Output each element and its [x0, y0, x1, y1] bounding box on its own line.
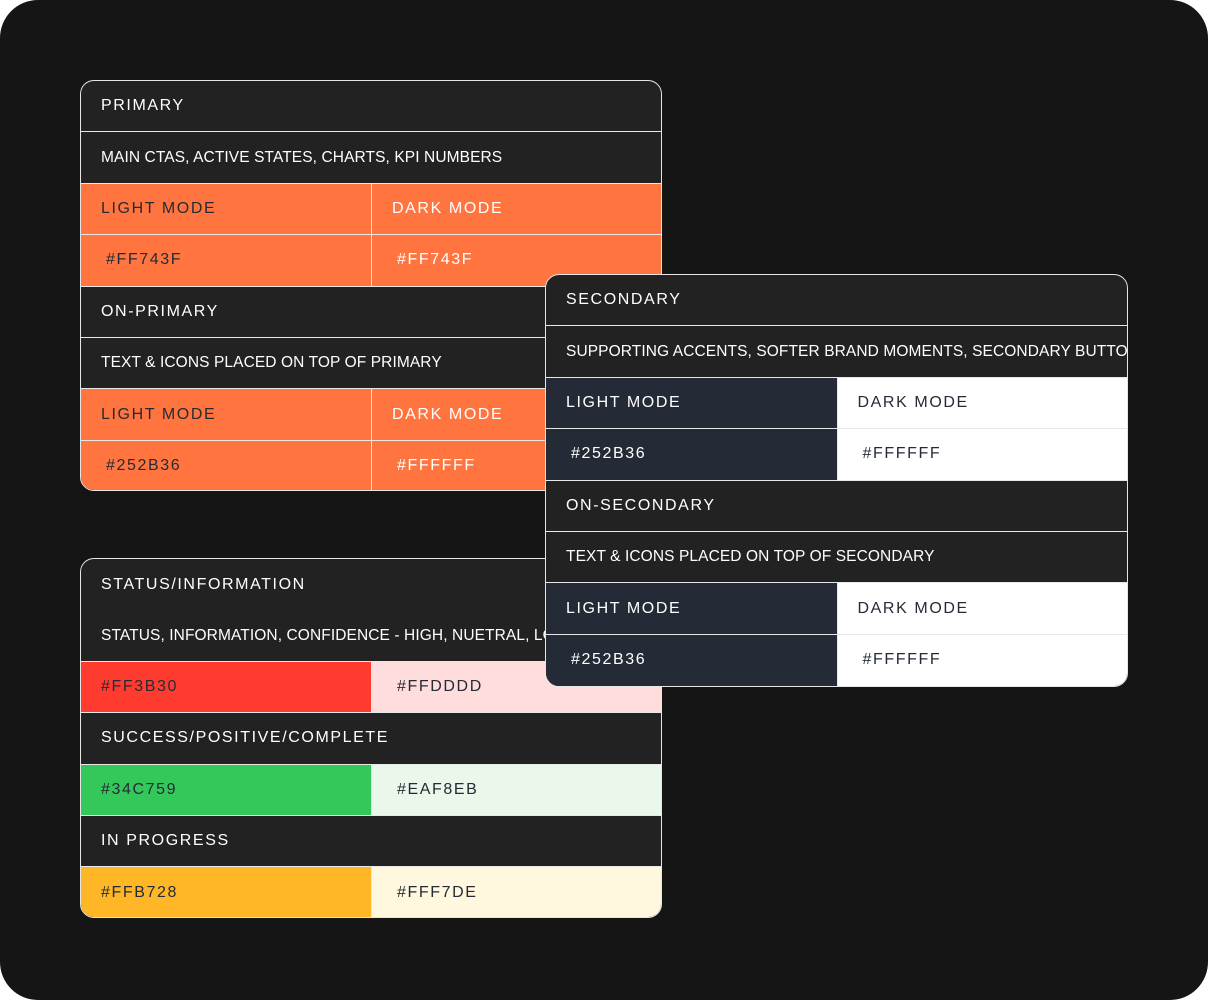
on-secondary-hex-values: #252B36 #FFFFFF	[546, 634, 1127, 686]
success-hex: #34C759	[81, 764, 371, 815]
progress-light-hex: #FFF7DE	[371, 867, 661, 917]
on-primary-light-mode-label: LIGHT MODE	[81, 389, 371, 440]
secondary-title: SECONDARY	[566, 291, 682, 309]
on-secondary-title-row: ON-SECONDARY	[546, 481, 1127, 532]
on-secondary-light-hex: #252B36	[546, 634, 837, 686]
secondary-dark-hex: #FFFFFF	[836, 429, 1127, 480]
primary-title: PRIMARY	[101, 97, 185, 115]
on-primary-light-hex: #252B36	[81, 440, 371, 490]
primary-dark-mode-label: DARK MODE	[371, 183, 661, 235]
secondary-title-row: SECONDARY	[546, 275, 1127, 327]
on-secondary-dark-hex: #FFFFFF	[836, 634, 1127, 686]
secondary-dark-mode-label: DARK MODE	[836, 377, 1127, 429]
on-secondary-description-row: TEXT & ICONS PLACED ON TOP OF SECONDARY	[546, 532, 1127, 584]
secondary-hex-values: #252B36 #FFFFFF	[546, 429, 1127, 481]
primary-mode-labels: LIGHT MODE DARK MODE	[81, 183, 661, 236]
on-secondary-light-mode-label: LIGHT MODE	[546, 583, 837, 634]
primary-light-hex: #FF743F	[81, 235, 371, 286]
on-primary-title: ON-PRIMARY	[101, 302, 219, 320]
secondary-light-mode-label: LIGHT MODE	[546, 377, 837, 429]
secondary-description: SUPPORTING ACCENTS, SOFTER BRAND MOMENTS…	[566, 342, 1128, 360]
error-hex: #FF3B30	[81, 661, 371, 713]
on-secondary-dark-mode-label: DARK MODE	[836, 583, 1127, 634]
progress-hex: #FFB728	[81, 867, 371, 917]
secondary-color-card: SECONDARY SUPPORTING ACCENTS, SOFTER BRA…	[545, 274, 1128, 687]
progress-title: IN PROGRESS	[101, 832, 230, 850]
secondary-mode-labels: LIGHT MODE DARK MODE	[546, 377, 1127, 430]
primary-description-row: MAIN CTAS, ACTIVE STATES, CHARTS, KPI NU…	[81, 132, 661, 184]
secondary-light-hex: #252B36	[546, 429, 837, 480]
success-title: SUCCESS/POSITIVE/COMPLETE	[101, 729, 390, 747]
primary-title-row: PRIMARY	[81, 81, 661, 133]
primary-light-mode-label: LIGHT MODE	[81, 183, 371, 235]
success-swatch-row: #34C759 #EAF8EB	[81, 764, 661, 816]
on-secondary-mode-labels: LIGHT MODE DARK MODE	[546, 583, 1127, 635]
success-light-hex: #EAF8EB	[371, 764, 661, 815]
status-title: STATUS/INFORMATION	[101, 575, 306, 593]
success-title-row: SUCCESS/POSITIVE/COMPLETE	[81, 713, 661, 765]
status-description: STATUS, INFORMATION, CONFIDENCE - HIGH, …	[101, 626, 570, 644]
on-secondary-description: TEXT & ICONS PLACED ON TOP OF SECONDARY	[566, 548, 935, 566]
progress-swatch-row: #FFB728 #FFF7DE	[81, 867, 661, 917]
primary-description: MAIN CTAS, ACTIVE STATES, CHARTS, KPI NU…	[101, 148, 503, 166]
on-primary-description: TEXT & ICONS PLACED ON TOP OF PRIMARY	[101, 354, 442, 372]
progress-title-row: IN PROGRESS	[81, 816, 661, 868]
secondary-description-row: SUPPORTING ACCENTS, SOFTER BRAND MOMENTS…	[546, 326, 1128, 378]
on-secondary-title: ON-SECONDARY	[566, 496, 716, 514]
